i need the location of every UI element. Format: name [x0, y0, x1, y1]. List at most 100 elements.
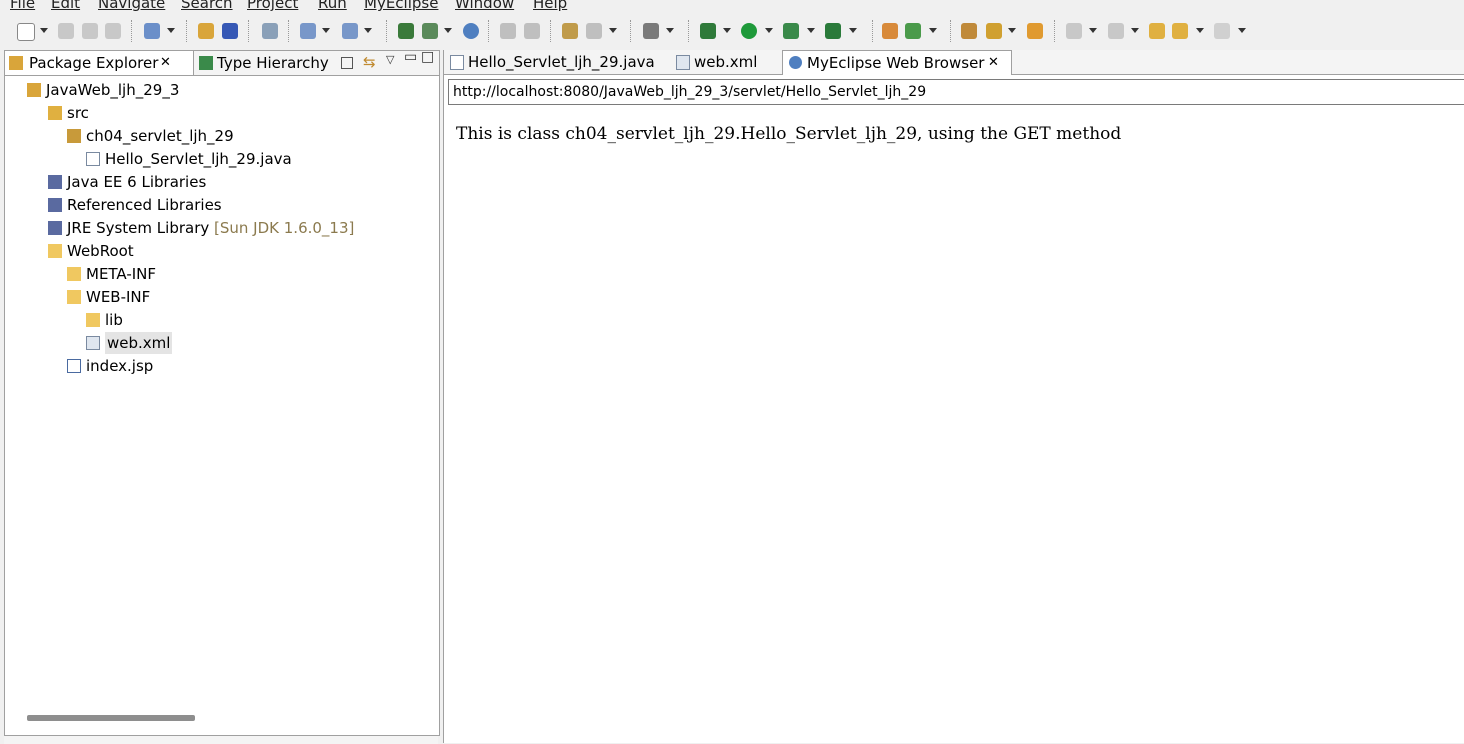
menu-file[interactable]: File [10, 0, 35, 12]
open-type-icon[interactable] [198, 23, 214, 39]
new-wizard-dropdown-icon[interactable] [167, 28, 175, 33]
maximize-icon[interactable]: □ [421, 49, 434, 65]
main-toolbar [0, 14, 1464, 50]
run-config-dropdown-icon[interactable] [807, 28, 815, 33]
tree-item-label: WebRoot [67, 242, 134, 260]
new-dropdown-icon[interactable] [40, 28, 48, 33]
close-icon[interactable]: ✕ [160, 51, 171, 75]
globe-icon [789, 56, 802, 69]
camera-icon[interactable] [643, 23, 659, 39]
debug-icon[interactable] [700, 23, 716, 39]
new-wizard-icon[interactable] [144, 23, 160, 39]
external-tools-dropdown-icon[interactable] [849, 28, 857, 33]
browser-icon[interactable] [463, 23, 479, 39]
menu-run[interactable]: Run [318, 0, 347, 12]
next-annotation-icon[interactable] [1066, 23, 1082, 39]
forward-icon[interactable] [1214, 23, 1230, 39]
next-annotation-dropdown-icon[interactable] [1089, 28, 1097, 33]
tool-dropdown-icon[interactable] [609, 28, 617, 33]
tab-web-browser[interactable]: MyEclipse Web Browser ✕ [782, 50, 1012, 75]
annotation-icon[interactable] [1027, 23, 1043, 39]
tree-item-label: WEB-INF [86, 288, 151, 306]
external-tools-icon[interactable] [825, 23, 841, 39]
pin-dropdown-icon[interactable] [1008, 28, 1016, 33]
tab-package-explorer[interactable]: Package Explorer ✕ [5, 51, 194, 75]
prev-annotation-dropdown-icon[interactable] [1131, 28, 1139, 33]
new-class-dropdown-icon[interactable] [929, 28, 937, 33]
new-icon[interactable] [17, 23, 35, 41]
link-editor-icon[interactable]: ⇆ [363, 53, 376, 71]
prev-annotation-icon[interactable] [1108, 23, 1124, 39]
toolbar-separator [950, 20, 952, 42]
report-icon[interactable] [562, 23, 578, 39]
xml-file-icon [86, 336, 100, 350]
browser-url-bar[interactable] [448, 79, 1464, 105]
menu-search[interactable]: Search [181, 0, 233, 12]
source-folder-icon [48, 106, 62, 120]
open-task-icon[interactable] [222, 23, 238, 39]
back-icon[interactable] [1172, 23, 1188, 39]
package-explorer-panel: Package Explorer ✕ Type Hierarchy ⇆ ▽ ▭ … [4, 49, 440, 736]
tree-item-label: Java EE 6 Libraries [67, 173, 207, 191]
package-explorer-icon [9, 56, 23, 70]
save-all-icon[interactable] [82, 23, 98, 39]
view-menu-icon[interactable]: ▽ [386, 53, 394, 66]
tree-item-label: lib [105, 311, 123, 329]
project-icon [27, 83, 41, 97]
search-icon[interactable] [342, 23, 358, 39]
minimize-icon[interactable]: ▭ [404, 49, 417, 65]
last-edit-icon[interactable] [1149, 23, 1165, 39]
run-dropdown-icon[interactable] [765, 28, 773, 33]
camera-dropdown-icon[interactable] [666, 28, 674, 33]
save-icon[interactable] [58, 23, 74, 39]
menu-myeclipse[interactable]: MyEclipse [364, 0, 438, 12]
back-dropdown-icon[interactable] [1196, 28, 1204, 33]
lock-icon[interactable] [262, 23, 278, 39]
debug-dropdown-icon[interactable] [723, 28, 731, 33]
toolbar-separator [688, 20, 690, 42]
tree-item-label: JRE System Library [67, 219, 210, 237]
pin-icon[interactable] [986, 23, 1002, 39]
search-tool-dropdown-icon[interactable] [322, 28, 330, 33]
search-tool-icon[interactable] [300, 23, 316, 39]
toolbar-separator [186, 20, 188, 42]
new-class-icon[interactable] [905, 23, 921, 39]
collapse-all-icon[interactable] [341, 57, 353, 69]
tab-label: Package Explorer [29, 54, 159, 72]
new-package-icon[interactable] [882, 23, 898, 39]
tab-label: MyEclipse Web Browser [807, 54, 985, 72]
library-icon [48, 221, 62, 235]
library-icon [48, 198, 62, 212]
tab-web-xml[interactable]: web.xml [672, 50, 782, 74]
jdk-version-decoration: [Sun JDK 1.6.0_13] [214, 219, 355, 237]
print-icon[interactable] [105, 23, 121, 39]
jsp-file-icon [67, 359, 81, 373]
horizontal-scrollbar[interactable] [27, 715, 195, 721]
open-folder-icon[interactable] [961, 23, 977, 39]
image-icon[interactable] [500, 23, 516, 39]
tab-hello-servlet-java[interactable]: Hello_Servlet_ljh_29.java [446, 50, 668, 74]
server-dropdown-icon[interactable] [444, 28, 452, 33]
menu-navigate[interactable]: Navigate [98, 0, 165, 12]
xml-file-icon [676, 55, 690, 70]
tree-item-label: Referenced Libraries [67, 196, 222, 214]
close-icon[interactable]: ✕ [988, 51, 999, 75]
run-config-icon[interactable] [783, 23, 799, 39]
menu-help[interactable]: Help [533, 0, 567, 12]
server-icon[interactable] [422, 23, 438, 39]
menu-window[interactable]: Window [455, 0, 514, 12]
package-icon [67, 129, 81, 143]
tool-icon[interactable] [586, 23, 602, 39]
deploy-icon[interactable] [398, 23, 414, 39]
forward-dropdown-icon[interactable] [1238, 28, 1246, 33]
tab-label: Type Hierarchy [217, 54, 329, 72]
run-icon[interactable] [741, 23, 757, 39]
menu-edit[interactable]: Edit [51, 0, 80, 12]
url-input[interactable] [449, 81, 1457, 103]
menu-bar: File Edit Navigate Search Project Run My… [0, 0, 1464, 12]
editor-area: Hello_Servlet_ljh_29.java web.xml MyEcli… [443, 50, 1464, 743]
refresh-icon[interactable] [524, 23, 540, 39]
tab-type-hierarchy[interactable]: Type Hierarchy [195, 51, 331, 75]
search-dropdown-icon[interactable] [364, 28, 372, 33]
menu-project[interactable]: Project [247, 0, 298, 12]
